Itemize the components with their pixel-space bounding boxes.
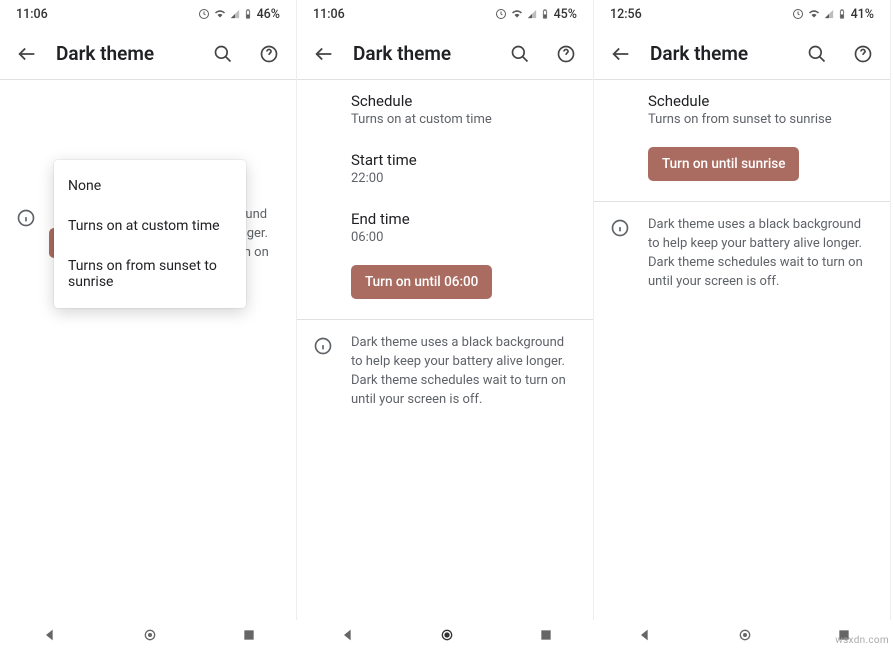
- page-title: Dark theme: [353, 42, 491, 65]
- schedule-label: Schedule: [351, 92, 573, 110]
- phone-screen-1: 11:06 46% Dark theme None Turns on at cu…: [0, 0, 297, 620]
- search-icon[interactable]: [800, 37, 834, 71]
- start-label: Start time: [351, 151, 573, 169]
- schedule-row[interactable]: Schedule Turns on at custom time: [297, 80, 593, 139]
- page-title: Dark theme: [650, 42, 788, 65]
- end-value: 06:00: [351, 230, 573, 245]
- status-icons: [792, 7, 847, 21]
- menu-item-custom[interactable]: Turns on at custom time: [54, 206, 246, 246]
- menu-item-sunset[interactable]: Turns on from sunset to sunrise: [54, 246, 246, 302]
- phone-screen-3: 12:56 41% Dark theme Schedule Turns on f…: [594, 0, 891, 620]
- end-time-row[interactable]: End time 06:00: [297, 198, 593, 257]
- info-row: Dark theme uses a black background to he…: [594, 201, 890, 305]
- search-icon[interactable]: [503, 37, 537, 71]
- info-icon: [610, 218, 630, 238]
- help-icon[interactable]: [846, 37, 880, 71]
- clock: 11:06: [313, 7, 345, 22]
- nav-home-icon[interactable]: [439, 627, 455, 643]
- schedule-label: Schedule: [648, 92, 870, 110]
- info-text: Dark theme uses a black background to he…: [648, 216, 870, 291]
- info-text: Dark theme uses a black background to he…: [351, 334, 573, 409]
- search-icon[interactable]: [206, 37, 240, 71]
- app-bar: Dark theme: [594, 28, 890, 80]
- clock: 12:56: [610, 7, 642, 22]
- back-icon[interactable]: [10, 37, 44, 71]
- menu-item-none[interactable]: None: [54, 166, 246, 206]
- help-icon[interactable]: [549, 37, 583, 71]
- schedule-row[interactable]: Schedule Turns on from sunset to sunrise: [594, 80, 890, 139]
- info-icon: [16, 208, 36, 228]
- nav-back-icon[interactable]: [637, 627, 653, 643]
- clock: 11:06: [16, 7, 48, 22]
- turn-on-button[interactable]: Turn on until 06:00: [351, 265, 492, 299]
- nav-back-icon[interactable]: [42, 627, 58, 643]
- nav-recent-icon[interactable]: [539, 628, 553, 642]
- battery-pct: 46%: [257, 7, 280, 22]
- phone-screen-2: 11:06 45% Dark theme Schedule Turns on a…: [297, 0, 594, 620]
- start-value: 22:00: [351, 171, 573, 186]
- status-bar: 12:56 41%: [594, 0, 890, 28]
- info-row: Dark theme uses a black background to he…: [297, 319, 593, 423]
- nav-recent-icon[interactable]: [242, 628, 256, 642]
- status-icons: [495, 7, 550, 21]
- back-icon[interactable]: [307, 37, 341, 71]
- page-title: Dark theme: [56, 42, 194, 65]
- app-bar: Dark theme: [0, 28, 296, 80]
- nav-back-icon[interactable]: [340, 627, 356, 643]
- nav-home-icon[interactable]: [737, 627, 753, 643]
- schedule-value: Turns on at custom time: [351, 112, 573, 127]
- status-bar: 11:06 45%: [297, 0, 593, 28]
- turn-on-button[interactable]: Turn on until sunrise: [648, 147, 799, 181]
- app-bar: Dark theme: [297, 28, 593, 80]
- start-time-row[interactable]: Start time 22:00: [297, 139, 593, 198]
- end-label: End time: [351, 210, 573, 228]
- status-bar: 11:06 46%: [0, 0, 296, 28]
- back-icon[interactable]: [604, 37, 638, 71]
- android-nav-bar: [0, 620, 893, 650]
- status-icons: [198, 7, 253, 21]
- battery-pct: 45%: [554, 7, 577, 22]
- nav-home-icon[interactable]: [142, 627, 158, 643]
- battery-pct: 41%: [851, 7, 874, 22]
- info-icon: [313, 336, 333, 356]
- schedule-menu: None Turns on at custom time Turns on fr…: [54, 160, 246, 308]
- watermark: wsxdn.com: [835, 635, 889, 646]
- help-icon[interactable]: [252, 37, 286, 71]
- schedule-value: Turns on from sunset to sunrise: [648, 112, 870, 127]
